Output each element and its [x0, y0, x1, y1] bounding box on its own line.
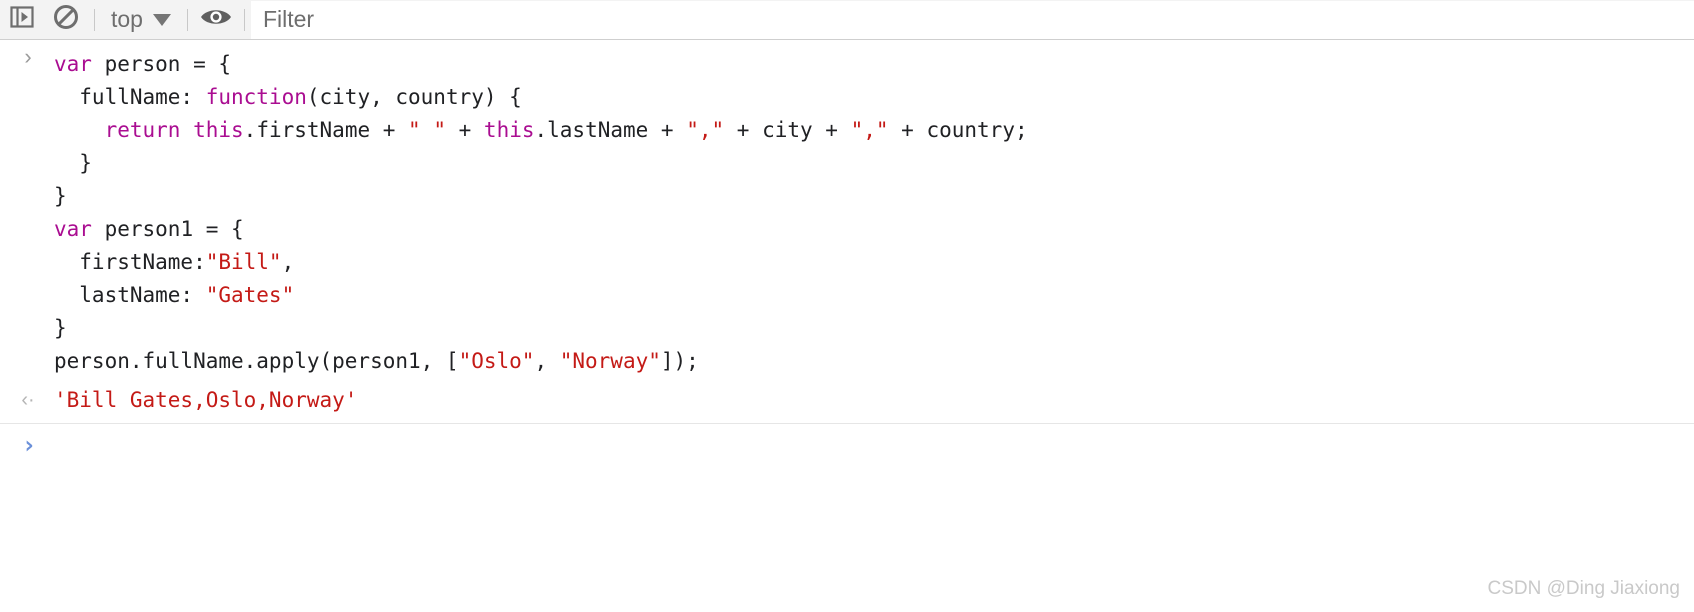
chevron-down-icon [152, 13, 171, 26]
filter-input[interactable] [250, 0, 1694, 39]
code-token: function [205, 85, 307, 109]
code-token: , [281, 250, 295, 274]
console-input-entry[interactable]: › var person = { fullName: function(city… [0, 40, 1694, 384]
clear-console-icon [52, 3, 80, 36]
code-token: } [54, 316, 67, 340]
code-token: this [483, 118, 535, 142]
code-token: "," [850, 118, 889, 142]
code-token: var [54, 52, 92, 76]
clear-console-button[interactable] [44, 0, 88, 40]
code-token: person.fullName.apply(person1, [ [54, 349, 459, 373]
toolbar-divider-1 [94, 8, 95, 31]
console-result-entry: ‹· 'Bill Gates,Oslo,Norway' [0, 384, 1694, 423]
code-token: ]); [660, 349, 699, 373]
code-token: var [54, 217, 92, 241]
code-token: this [193, 118, 244, 142]
code-token: fullName: [54, 85, 206, 109]
eye-icon [199, 4, 233, 35]
code-token: .firstName + [243, 118, 409, 142]
console-input-code: var person = { fullName: function(city, … [0, 48, 1694, 378]
toolbar-divider-2 [186, 8, 188, 31]
code-token: "," [686, 118, 725, 142]
execution-context-selector[interactable]: top [101, 0, 181, 40]
code-token: } [54, 151, 92, 175]
code-token: + [445, 118, 484, 142]
console-result-value: 'Bill Gates,Oslo,Norway' [54, 388, 358, 412]
console-prompt-row[interactable]: › [0, 424, 1694, 470]
prompt-caret-icon: › [21, 431, 37, 459]
code-token: + country; [888, 118, 1028, 142]
output-marker-icon: ‹· [21, 389, 35, 411]
code-token: } [54, 184, 67, 208]
code-token: return [104, 118, 181, 142]
code-token: (city, country) { [306, 85, 522, 109]
code-token: + city + [724, 118, 851, 142]
code-token: .lastName + [534, 118, 687, 142]
code-token: "Oslo" [458, 349, 535, 373]
code-token: "Bill" [205, 250, 282, 274]
sidebar-panel-icon [9, 4, 35, 35]
execution-context-label: top [111, 6, 143, 32]
toolbar-divider-3 [243, 8, 245, 31]
input-marker-icon: › [24, 44, 32, 69]
live-expression-button[interactable] [194, 0, 238, 40]
watermark-text: CSDN @Ding Jiaxiong [1487, 578, 1680, 599]
code-token: " " [408, 118, 446, 142]
code-token: , [534, 349, 560, 373]
code-token: "Gates" [205, 283, 295, 307]
console-output-area: › var person = { fullName: function(city… [0, 40, 1694, 470]
code-token: person = { [91, 52, 232, 76]
devtools-console-toolbar: top [0, 0, 1694, 40]
drawer-toggle-button[interactable] [0, 0, 44, 40]
code-token: "Norway" [559, 349, 661, 373]
code-token: firstName: [54, 250, 206, 274]
code-token: lastName: [54, 283, 206, 307]
console-prompt-input[interactable] [54, 430, 1694, 462]
code-token: person1 = { [91, 217, 244, 241]
